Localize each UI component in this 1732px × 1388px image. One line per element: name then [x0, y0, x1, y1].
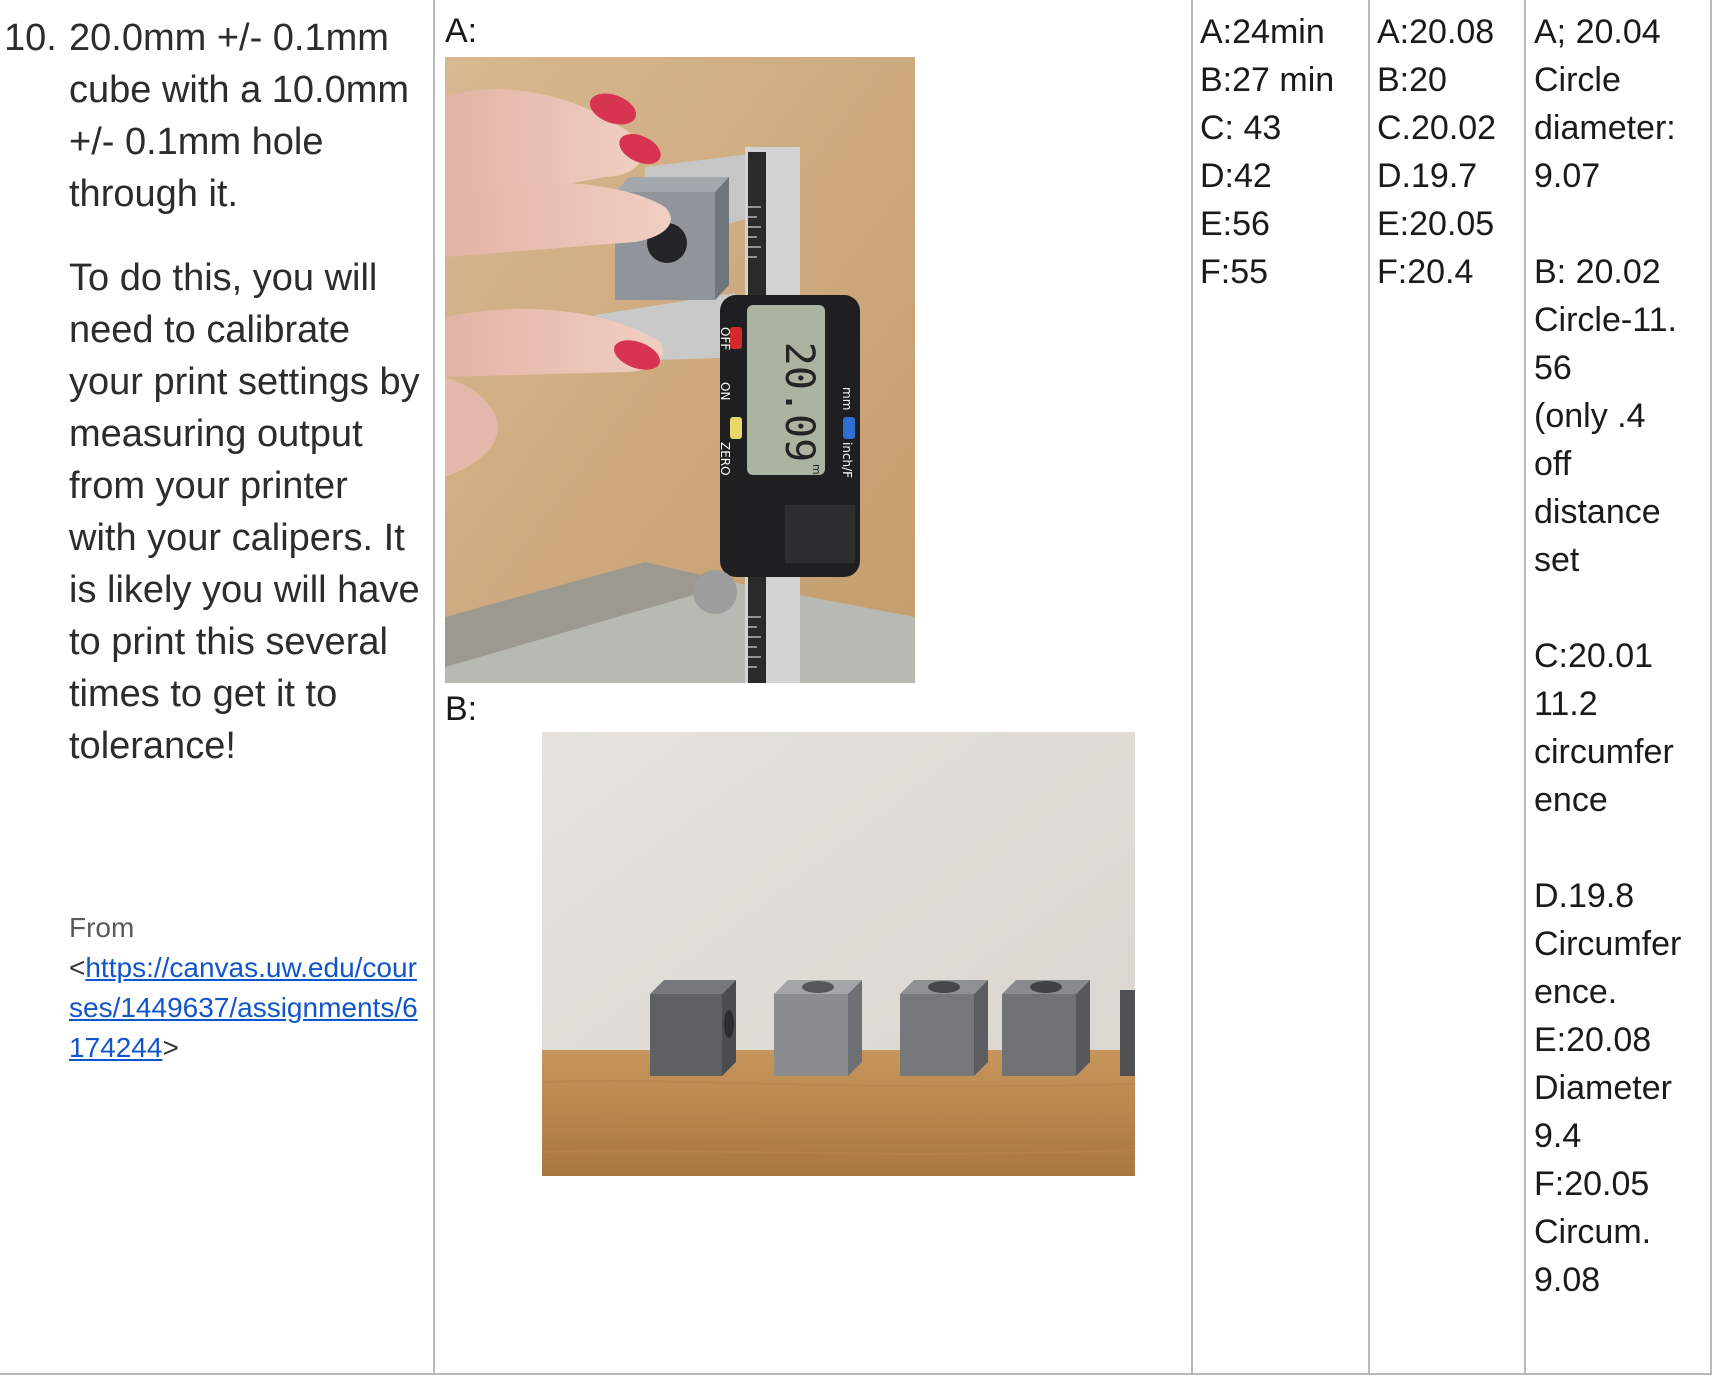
caliper-unit: mm — [810, 464, 823, 485]
caliper-inch-label: inch/F — [840, 442, 854, 478]
column-divider — [1191, 0, 1193, 1375]
task-number: 10. — [4, 17, 57, 59]
caliper-reading: 20.09 — [776, 342, 822, 462]
cube-size-entry: D.19.7 — [1377, 157, 1478, 195]
hole-note-line: ence. — [1534, 973, 1618, 1011]
row-divider — [0, 1373, 1712, 1375]
hole-note-line: 9.08 — [1534, 1261, 1601, 1299]
caliper-off-label: OFF — [718, 327, 732, 350]
hole-notes-column: A; 20.04 Circle diameter: 9.07 B: 20.02 Circl… — [1534, 8, 1681, 1304]
cube-size-entry: F:20.4 — [1377, 253, 1474, 291]
column-divider — [1368, 0, 1370, 1375]
hole-note-line: Circle — [1534, 61, 1621, 99]
column-divider — [1710, 0, 1712, 1375]
print-times-column: A:24min B:27 min C: 43 D:42 E:56 F:55 — [1200, 8, 1334, 296]
task-title: 20.0mm +/- 0.1mm cube with a 10.0mm +/- … — [69, 17, 410, 215]
hole-note-line: Circle-11. — [1534, 301, 1677, 339]
hole-note-line: Diameter — [1534, 1069, 1672, 1107]
print-time-entry: D:42 — [1200, 157, 1272, 195]
photo-b-label: B: — [445, 690, 478, 728]
source-open-bracket: < — [69, 952, 86, 983]
hole-note-line: ence — [1534, 781, 1608, 819]
cube-size-entry: E:20.05 — [1377, 205, 1495, 243]
source-note: From <https://canvas.uw.edu/courses/1449… — [69, 908, 429, 1068]
column-divider — [1524, 0, 1526, 1375]
hole-note-line: off — [1534, 445, 1572, 483]
hole-note-line: circumfer — [1534, 733, 1674, 771]
caliper-zero-label: ZERO — [718, 442, 732, 476]
caliper-zero-button — [730, 417, 742, 439]
hole-note-line: 56 — [1534, 349, 1572, 387]
hole-note-line: E:20.08 — [1534, 1021, 1652, 1059]
cube-size-entry: C.20.02 — [1377, 109, 1497, 147]
print-time-entry: A:24min — [1200, 13, 1325, 51]
hole-note-line: 11.2 — [1534, 685, 1598, 723]
printed-cube — [1002, 980, 1090, 1076]
hole-note-line: 9.07 — [1534, 157, 1601, 195]
cube-size-entry: A:20.08 — [1377, 13, 1495, 51]
hole-note-line: diameter: — [1534, 109, 1676, 147]
print-time-entry: C: 43 — [1200, 109, 1282, 147]
print-time-entry: F:55 — [1200, 253, 1269, 291]
printed-cube — [774, 980, 862, 1076]
caliper-thumb-wheel — [693, 570, 737, 614]
photo-printed-cubes — [542, 732, 1135, 1176]
source-link[interactable]: https://canvas.uw.edu/courses/1449637/as… — [69, 952, 418, 1063]
hole-note-line: (only .4 — [1534, 397, 1646, 435]
hole-note-line: 9.4 — [1534, 1117, 1582, 1155]
caliper-inch-button — [843, 417, 855, 439]
source-link-line: <https://canvas.uw.edu/courses/1449637/a… — [69, 948, 429, 1068]
caliper-on-label: ON — [718, 382, 732, 400]
hole-note-line: D.19.8 — [1534, 877, 1635, 915]
column-divider — [433, 0, 435, 1375]
hole-note-line: A; 20.04 — [1534, 13, 1661, 51]
hole-note-line: set — [1534, 541, 1580, 579]
cube-size-entry: B:20 — [1377, 61, 1447, 99]
source-close-bracket: > — [162, 1032, 179, 1063]
printed-cube — [900, 980, 988, 1076]
photo-a-label: A: — [445, 12, 478, 50]
hole-note-line: Circumfer — [1534, 925, 1682, 963]
hole-note-line: F:20.05 — [1534, 1165, 1650, 1203]
source-from-label: From — [69, 912, 135, 943]
photo-caliper-measurement: 20.09 mm OFF ON ZERO mm inch/F — [445, 57, 915, 683]
caliper-mm-label: mm — [840, 387, 854, 410]
cube-sizes-column: A:20.08 B:20 C.20.02 D.19.7 E:20.05 F:20.4 — [1377, 8, 1496, 296]
print-time-entry: B:27 min — [1200, 61, 1335, 99]
printed-cube — [650, 980, 736, 1076]
task-instructions: To do this, you will need to calibrate y… — [69, 257, 420, 767]
hole-note-line: Circum. — [1534, 1213, 1652, 1251]
hole-note-line: B: 20.02 — [1534, 253, 1661, 291]
hole-note-line: C:20.01 — [1534, 637, 1654, 675]
hole-note-line: distance — [1534, 493, 1661, 531]
print-time-entry: E:56 — [1200, 205, 1270, 243]
